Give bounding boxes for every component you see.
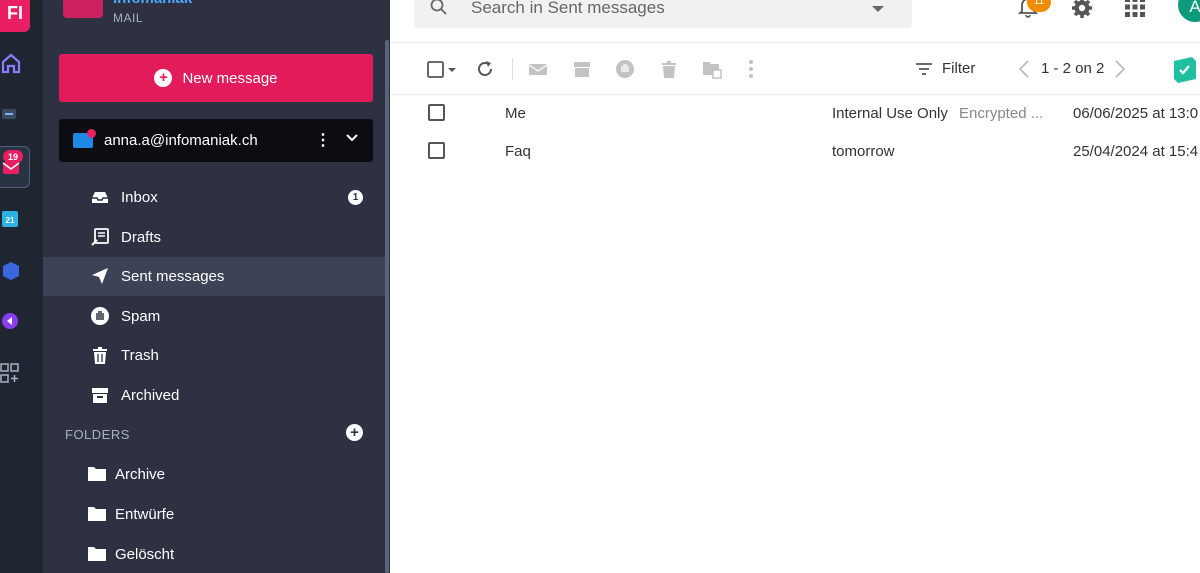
sidebar-scrollbar[interactable] bbox=[385, 40, 389, 573]
folder-icon bbox=[88, 507, 106, 521]
brand-name: infomaniak bbox=[113, 0, 192, 7]
refresh-icon[interactable] bbox=[475, 59, 495, 79]
filter-button[interactable]: Filter bbox=[942, 60, 975, 77]
folder-label: Entwürfe bbox=[115, 506, 175, 523]
message-from: Faq bbox=[505, 143, 531, 160]
toolbar-separator bbox=[512, 58, 513, 80]
sidebar-item-trash[interactable]: Trash bbox=[43, 336, 385, 375]
more-vertical-icon[interactable]: ⋮ bbox=[315, 130, 331, 150]
svg-text:21: 21 bbox=[6, 216, 15, 225]
sidebar-item-label: Drafts bbox=[121, 229, 162, 246]
archive-box-icon bbox=[92, 388, 108, 403]
search-input[interactable]: Search in Sent messages bbox=[414, 0, 912, 28]
add-folder-icon[interactable]: + bbox=[346, 424, 363, 441]
mail-unread-badge: 19 bbox=[3, 150, 23, 163]
account-email: anna.a@infomaniak.ch bbox=[104, 132, 258, 149]
mail-sidebar: infomaniak MAIL + New message anna.a@inf… bbox=[43, 0, 390, 573]
archive-icon[interactable] bbox=[572, 59, 592, 79]
sidebar-item-label: Trash bbox=[121, 347, 159, 364]
folders-header: FOLDERS bbox=[65, 427, 130, 442]
app-rail: FI 19 21 bbox=[0, 0, 43, 573]
plus-circle-icon: + bbox=[154, 69, 173, 87]
message-row[interactable]: Me Internal Use Only Encrypted ... 06/06… bbox=[390, 94, 1200, 132]
folder-label: Archive bbox=[115, 466, 166, 483]
drafts-icon bbox=[91, 228, 109, 246]
kchat-icon[interactable] bbox=[1, 312, 19, 330]
message-date: 06/06/2025 at 13:0 bbox=[1073, 105, 1199, 122]
message-preview: Encrypted ... bbox=[959, 105, 1044, 122]
mark-read-icon[interactable] bbox=[528, 59, 548, 79]
folder-item-geloescht[interactable]: Gelöscht bbox=[43, 535, 385, 573]
select-all-checkbox[interactable] bbox=[427, 61, 457, 79]
kdrive-icon[interactable] bbox=[1, 106, 17, 122]
trash-icon bbox=[93, 347, 107, 364]
message-row[interactable]: Faq tomorrow 25/04/2024 at 15:4 bbox=[390, 132, 1200, 170]
folder-icon bbox=[88, 547, 106, 561]
new-message-label: New message bbox=[182, 69, 278, 87]
gear-icon[interactable] bbox=[1070, 0, 1094, 20]
search-placeholder: Search in Sent messages bbox=[471, 0, 665, 17]
send-icon bbox=[92, 268, 108, 284]
more-options-icon[interactable] bbox=[746, 59, 756, 79]
folder-item-archive[interactable]: Archive bbox=[43, 455, 385, 495]
new-message-button[interactable]: + New message bbox=[59, 54, 373, 102]
apps-grid-icon[interactable] bbox=[1124, 0, 1146, 18]
user-logo[interactable]: FI bbox=[0, 0, 30, 32]
user-avatar[interactable]: A bbox=[1178, 0, 1200, 22]
sidebar-item-label: Spam bbox=[121, 308, 161, 325]
search-icon bbox=[430, 0, 447, 15]
sidebar-item-label: Inbox bbox=[121, 189, 158, 206]
home-icon[interactable] bbox=[1, 52, 21, 74]
contacts-icon[interactable] bbox=[1, 260, 21, 280]
spam-icon[interactable] bbox=[615, 59, 635, 79]
account-selector[interactable]: anna.a@infomaniak.ch ⋮ bbox=[59, 119, 373, 162]
folder-label: Gelöscht bbox=[115, 546, 175, 563]
delete-icon[interactable] bbox=[659, 59, 679, 79]
sidebar-item-spam[interactable]: Spam bbox=[43, 297, 385, 336]
sidebar-item-drafts[interactable]: Drafts bbox=[43, 218, 385, 257]
calendar-icon[interactable]: 21 bbox=[1, 208, 19, 228]
notification-count-badge: 11 bbox=[1027, 0, 1051, 12]
chevron-left-icon[interactable] bbox=[1018, 59, 1030, 79]
sidebar-item-sent[interactable]: Sent messages bbox=[43, 257, 385, 296]
sidebar-item-archived[interactable]: Archived bbox=[43, 376, 385, 415]
unread-count-badge: 1 bbox=[348, 190, 363, 205]
pagination-label: 1 - 2 on 2 bbox=[1041, 60, 1105, 77]
security-shield-icon[interactable] bbox=[1172, 57, 1196, 83]
add-app-grid-icon[interactable] bbox=[0, 363, 20, 385]
search-options-dropdown-icon[interactable] bbox=[872, 6, 884, 12]
chevron-down-icon[interactable] bbox=[345, 131, 359, 145]
brand-subtitle: MAIL bbox=[113, 11, 144, 25]
message-toolbar: Filter 1 - 2 on 2 bbox=[390, 43, 1200, 95]
folder-icon bbox=[88, 467, 106, 481]
message-date: 25/04/2024 at 15:4 bbox=[1073, 143, 1199, 160]
folder-item-entwuerfe[interactable]: Entwürfe bbox=[43, 495, 385, 535]
inbox-icon bbox=[92, 192, 108, 203]
sidebar-item-label: Sent messages bbox=[121, 268, 225, 285]
message-checkbox[interactable] bbox=[428, 104, 445, 121]
move-to-folder-icon[interactable] bbox=[702, 59, 722, 79]
message-checkbox[interactable] bbox=[428, 142, 445, 159]
message-subject: Internal Use Only bbox=[832, 105, 948, 122]
notification-dot bbox=[87, 129, 96, 138]
message-from: Me bbox=[505, 105, 526, 122]
message-subject: tomorrow bbox=[832, 143, 895, 160]
chevron-right-icon[interactable] bbox=[1114, 59, 1126, 79]
sidebar-item-label: Archived bbox=[121, 387, 180, 404]
spam-hand-icon bbox=[91, 307, 109, 325]
sidebar-item-inbox[interactable]: Inbox 1 bbox=[43, 178, 385, 217]
filter-icon[interactable] bbox=[914, 59, 934, 79]
top-bar: Search in Sent messages 11 A bbox=[390, 0, 1200, 43]
infomaniak-logo-icon bbox=[63, 0, 103, 18]
